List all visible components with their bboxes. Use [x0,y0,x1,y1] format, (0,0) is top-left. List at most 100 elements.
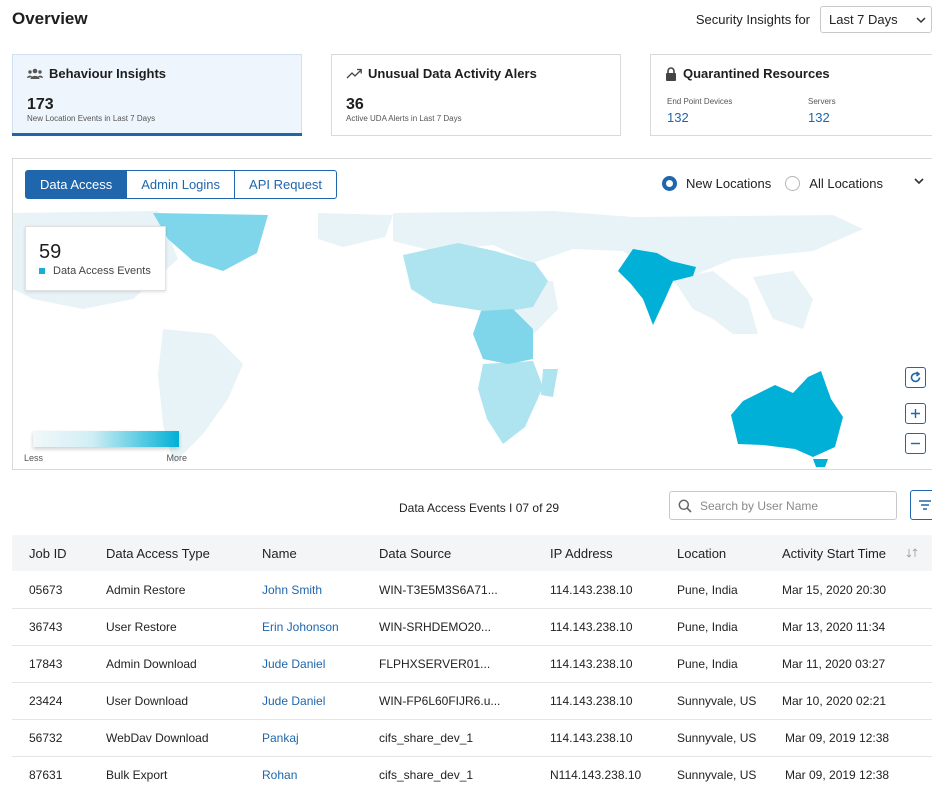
column-header-name[interactable]: Name [262,546,297,561]
cell-location: Sunnyvale, US [677,694,757,708]
legend-gradient-bar [33,431,179,447]
cell-location: Sunnyvale, US [677,731,757,745]
range-dropdown[interactable]: Last 7 Days [820,6,932,33]
map-land-dark [618,249,843,467]
quarantine-card-title: Quarantined Resources [683,66,830,81]
column-header-location[interactable]: Location [677,546,726,561]
map-panel: Data Access Admin Logins API Request New… [12,158,932,470]
cell-data-access-type: User Restore [106,620,177,634]
cell-location: Sunnyvale, US [677,768,757,782]
legend-less-label: Less [24,453,44,463]
search-icon [678,499,692,513]
servers-label: Servers [808,97,836,106]
cell-job-id: 23424 [29,694,63,708]
column-header-ip-address[interactable]: IP Address [550,546,613,561]
column-header-job-id[interactable]: Job ID [29,546,67,561]
table-row[interactable]: 23424 User Download Jude Daniel WIN-FP6L60F… [12,683,932,720]
plus-icon [911,409,920,418]
behaviour-subtitle: New Location Events in Last 7 Days [27,114,156,123]
search-input[interactable]: Search by User Name [669,491,897,520]
refresh-button[interactable] [905,367,926,388]
behaviour-card-title: Behaviour Insights [49,66,167,81]
tab-admin-logins[interactable]: Admin Logins [126,170,236,199]
cell-ip-address: 114.143.238.10 [550,731,633,745]
cell-ip-address: 114.143.238.10 [550,694,633,708]
cell-data-access-type: WebDav Download [106,731,209,745]
uda-subtitle: Active UDA Alerts in Last 7 Days [346,114,462,123]
cell-data-source: FLPHXSERVER01... [379,657,491,671]
chevron-down-icon [916,17,926,24]
radio-all-locations[interactable]: All Locations [785,176,883,191]
users-icon [27,68,43,79]
cell-activity-start-time: Mar 10, 2020 02:21 [782,694,887,708]
servers-value[interactable]: 132 [808,110,836,125]
range-dropdown-value: Last 7 Days [829,12,898,27]
filter-icon [919,500,931,510]
map-tabs: Data Access Admin Logins API Request [25,170,338,199]
radio-new-locations[interactable]: New Locations [662,176,771,191]
cell-data-source: cifs_share_dev_1 [379,768,474,782]
table-caption: Data Access Events I 07 of 29 [399,501,560,515]
location-radio-group: New Locations All Locations [662,176,897,191]
cell-user-name[interactable]: Jude Daniel [262,657,325,671]
table-row[interactable]: 87631 Bulk Export Rohan cifs_share_dev_1 N11… [12,757,932,786]
table-row[interactable]: 05673 Admin Restore John Smith WIN-T3E5M3S6… [12,572,932,609]
zoom-in-button[interactable] [905,403,926,424]
column-header-data-source[interactable]: Data Source [379,546,451,561]
map-legend: Less More [24,431,187,463]
filter-button[interactable] [910,490,932,520]
cell-data-access-type: User Download [106,694,189,708]
uda-card-title-row: Unusual Data Activity Alers [346,66,537,81]
range-selector-group: Security Insights for Last 7 Days [696,6,932,33]
table-row[interactable]: 36743 User Restore Erin Johonson WIN-SRHDEM… [12,609,932,646]
legend-swatch [39,268,45,274]
quarantine-card-title-row: Quarantined Resources [665,66,830,81]
map-stat-number: 59 [39,241,62,263]
cell-user-name[interactable]: Jude Daniel [262,694,325,708]
sort-icon[interactable] [906,548,918,558]
cell-job-id: 36743 [29,620,63,634]
column-header-data-access-type[interactable]: Data Access Type [106,546,210,561]
cell-job-id: 05673 [29,583,63,597]
quarantined-resources-card[interactable]: Quarantined Resources End Point Devices … [650,54,932,136]
world-map[interactable] [13,159,932,470]
endpoint-devices-value[interactable]: 132 [667,110,732,125]
uda-alerts-card[interactable]: Unusual Data Activity Alers 36 Active UD… [331,54,621,136]
refresh-icon [910,371,921,383]
legend-labels: Less More [24,453,187,463]
table-row[interactable]: 56732 WebDav Download Pankaj cifs_share_dev… [12,720,932,757]
behaviour-insights-card[interactable]: Behaviour Insights 173 New Location Even… [12,54,302,136]
endpoint-devices-stat: End Point Devices 132 [667,97,732,125]
cell-activity-start-time: Mar 09, 2019 12:38 [785,731,890,745]
cell-data-source: WIN-T3E5M3S6A71... [379,583,498,597]
tab-data-access[interactable]: Data Access [25,170,128,199]
uda-count: 36 [346,96,364,113]
cell-data-access-type: Admin Download [106,657,197,671]
cell-activity-start-time: Mar 11, 2020 03:27 [782,657,886,671]
tab-api-request[interactable]: API Request [234,170,338,199]
cell-user-name[interactable]: John Smith [262,583,322,597]
servers-stat: Servers 132 [808,97,836,125]
table-header: Job ID Data Access Type Name Data Source… [12,535,932,571]
endpoint-devices-label: End Point Devices [667,97,733,106]
cell-user-name[interactable]: Pankaj [262,731,299,745]
zoom-out-button[interactable] [905,433,926,454]
table-row[interactable]: 17843 Admin Download Jude Daniel FLPHXSERVE… [12,646,932,683]
uda-card-title: Unusual Data Activity Alers [368,66,537,81]
map-stat-tooltip: 59 Data Access Events [25,226,166,291]
cell-user-name[interactable]: Rohan [262,768,297,782]
cell-job-id: 17843 [29,657,63,671]
radio-button-unselected[interactable] [785,176,801,191]
cell-user-name[interactable]: Erin Johonson [262,620,339,634]
column-header-activity-start-time[interactable]: Activity Start Time [782,546,886,561]
radio-new-locations-label: New Locations [686,176,772,191]
behaviour-count: 173 [27,96,54,113]
cell-activity-start-time: Mar 15, 2020 20:30 [782,583,887,597]
cell-job-id: 56732 [29,731,63,745]
legend-more-label: More [166,453,187,463]
cell-ip-address: 114.143.238.10 [550,620,633,634]
minus-icon [911,442,920,445]
cell-location: Pune, India [677,620,738,634]
chevron-down-icon[interactable] [913,175,925,187]
radio-button-selected[interactable] [662,176,677,191]
